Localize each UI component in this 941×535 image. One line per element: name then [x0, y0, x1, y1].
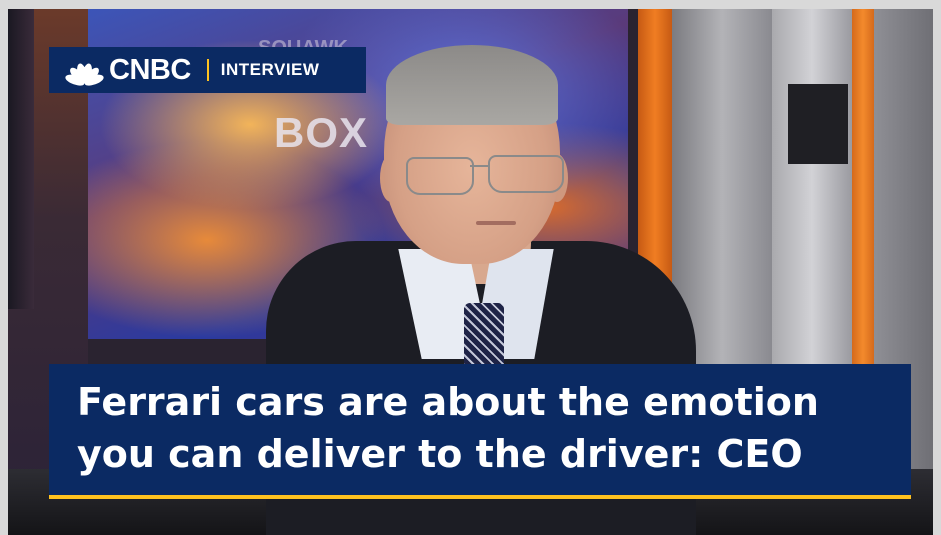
logo-divider [206, 59, 209, 81]
headline-text: Ferrari cars are about the emotion you c… [77, 376, 897, 480]
network-logo-bar: CNBC INTERVIEW [49, 47, 366, 93]
network-logo-text: CNBC [109, 53, 191, 86]
headline-banner: Ferrari cars are about the emotion you c… [49, 364, 911, 499]
segment-label: INTERVIEW [220, 60, 320, 79]
glasses-lens-right [488, 155, 564, 193]
headline-line-2: you can deliver to the driver: CEO [77, 432, 803, 476]
peacock-icon [64, 57, 105, 88]
studio-logo-mark [788, 84, 848, 164]
hair [386, 45, 558, 125]
glasses-bridge [470, 165, 490, 167]
headline-line-1: Ferrari cars are about the emotion [77, 380, 819, 424]
glasses-lens-left [406, 157, 474, 195]
studio-screen-edge [8, 9, 34, 309]
mouth [476, 221, 516, 225]
video-wall-text: BOX [274, 109, 369, 156]
